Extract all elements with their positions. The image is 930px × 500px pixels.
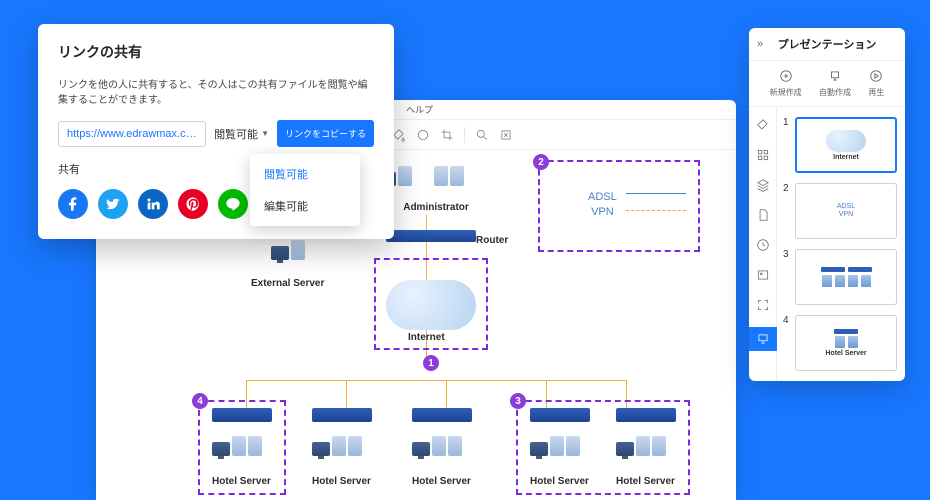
adsl-vpn-text: ADSL VPN	[588, 190, 617, 221]
permission-option-view[interactable]: 閲覧可能	[250, 158, 360, 190]
permission-select[interactable]: 閲覧可能	[214, 126, 269, 142]
share-dialog: リンクの共有 リンクを他の人に共有すると、その人はこの共有ファイルを閲覧や編集す…	[38, 24, 394, 239]
fill-icon[interactable]	[392, 128, 406, 142]
panel-collapse-icon[interactable]: »	[757, 38, 763, 50]
plus-icon	[779, 69, 793, 83]
layers-icon[interactable]	[755, 177, 771, 193]
hotel-switch-2[interactable]	[312, 408, 372, 422]
linkedin-icon[interactable]	[138, 189, 168, 219]
router-label: Router	[476, 235, 508, 246]
hotel-server-4[interactable]	[530, 436, 580, 456]
adsl-region[interactable]	[538, 160, 700, 252]
search-icon[interactable]	[475, 128, 489, 142]
slide-2[interactable]: 2 ADSLVPN	[783, 183, 897, 239]
hotel-label-2: Hotel Server	[312, 476, 371, 487]
hotel-switch-1[interactable]	[212, 408, 272, 422]
internet-cloud[interactable]	[386, 280, 476, 330]
hotel-switch-3[interactable]	[412, 408, 472, 422]
presentation-panel: » プレゼンテーション 新規作成 自動作成 再生 1	[749, 28, 905, 381]
fullscreen-icon[interactable]	[755, 297, 771, 313]
tool-play[interactable]: 再生	[868, 69, 884, 98]
badge-1: 1	[423, 355, 439, 371]
slides-list: 1 Internet 2 ADSLVPN 3 4 Hotel Server	[777, 107, 905, 381]
hotel-server-1[interactable]	[212, 436, 262, 456]
image2-icon[interactable]	[755, 267, 771, 283]
badge-4: 4	[192, 393, 208, 409]
presentation-header: » プレゼンテーション	[749, 28, 905, 61]
history-icon[interactable]	[755, 237, 771, 253]
hotel-label-1: Hotel Server	[212, 476, 271, 487]
facebook-icon[interactable]	[58, 189, 88, 219]
admin-server-2[interactable]	[434, 166, 474, 206]
side-tool-column	[749, 107, 777, 381]
administrator-label: Administrator	[392, 202, 480, 213]
tool-auto[interactable]: 自動作成	[819, 69, 851, 98]
external-server-label: External Server	[251, 278, 324, 289]
hotel-server-5[interactable]	[616, 436, 666, 456]
pinterest-icon[interactable]	[178, 189, 208, 219]
hotel-switch-5[interactable]	[616, 408, 676, 422]
play-icon	[869, 69, 883, 83]
page-icon[interactable]	[755, 207, 771, 223]
slide-1[interactable]: 1 Internet	[783, 117, 897, 173]
bucket-icon[interactable]	[755, 117, 771, 133]
router[interactable]	[386, 230, 476, 242]
permission-option-edit[interactable]: 編集可能	[250, 190, 360, 222]
line-icon[interactable]	[218, 189, 248, 219]
badge-3: 3	[510, 393, 526, 409]
internet-label: Internet	[408, 332, 445, 343]
menu-help[interactable]: ヘルプ	[406, 103, 433, 116]
share-description: リンクを他の人に共有すると、その人はこの共有ファイルを閲覧や編集することができま…	[58, 76, 374, 106]
crop-icon[interactable]	[440, 128, 454, 142]
presentation-title: プレゼンテーション	[778, 36, 877, 52]
share-url-input[interactable]: https://www.edrawmax.com/server..	[58, 121, 206, 147]
hotel-server-2[interactable]	[312, 436, 362, 456]
expand-icon[interactable]	[499, 128, 513, 142]
copy-link-button[interactable]: リンクをコピーする	[277, 120, 374, 147]
hotel-label-4: Hotel Server	[530, 476, 589, 487]
twitter-icon[interactable]	[98, 189, 128, 219]
tool-new[interactable]: 新規作成	[770, 69, 802, 98]
presentation-tools: 新規作成 自動作成 再生	[749, 61, 905, 107]
slide-3[interactable]: 3	[783, 249, 897, 305]
external-server-node[interactable]	[271, 240, 311, 280]
badge-2: 2	[533, 154, 549, 170]
hotel-label-3: Hotel Server	[412, 476, 471, 487]
permission-dropdown: 閲覧可能 編集可能	[250, 154, 360, 226]
share-title: リンクの共有	[58, 42, 374, 62]
slide-4[interactable]: 4 Hotel Server	[783, 315, 897, 371]
presentation-icon[interactable]	[749, 327, 777, 351]
color-icon[interactable]	[416, 128, 430, 142]
grid-icon[interactable]	[755, 147, 771, 163]
auto-icon	[828, 69, 842, 83]
hotel-server-3[interactable]	[412, 436, 462, 456]
hotel-switch-4[interactable]	[530, 408, 590, 422]
hotel-label-5: Hotel Server	[616, 476, 675, 487]
